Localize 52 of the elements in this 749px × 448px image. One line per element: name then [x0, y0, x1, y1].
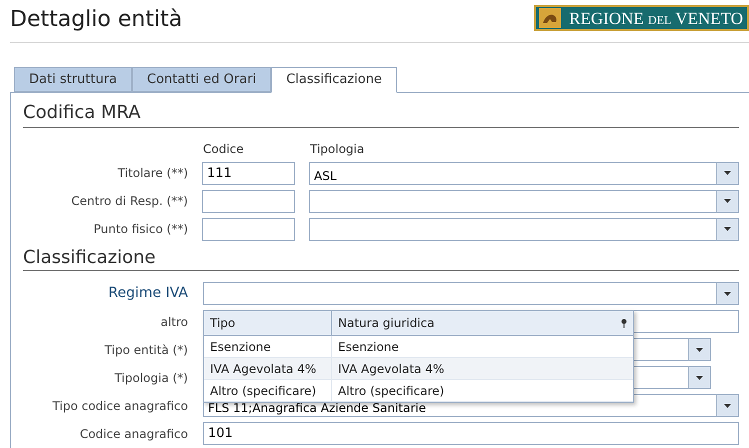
dropdown-cell-text: IVA Agevolata 4% — [210, 360, 316, 378]
input-field[interactable]: 111 — [202, 162, 295, 184]
field-label: Regime IVA — [108, 285, 188, 301]
field-label: Centro di Resp. (**) — [71, 194, 188, 208]
page-title: Dettaglio entità — [10, 9, 182, 31]
input-field[interactable]: 101 — [203, 422, 739, 445]
caret-down-icon — [724, 227, 731, 231]
field-label: Punto fisico (**) — [94, 222, 188, 236]
field-label: Titolare (**) — [118, 166, 188, 180]
tab[interactable]: Classificazione — [271, 67, 397, 93]
dropdown-cell: Esenzione — [338, 340, 399, 354]
dropdown-arrow-button[interactable] — [716, 162, 738, 184]
dropdown-arrow-button[interactable] — [716, 190, 738, 212]
field-value: ASL — [314, 170, 337, 182]
field-label: altro — [160, 314, 188, 328]
input-field[interactable] — [202, 218, 295, 240]
caret-down-icon — [724, 199, 731, 203]
pin-icon[interactable] — [621, 318, 627, 328]
dropdown-arrow-button[interactable] — [688, 367, 710, 388]
caret-down-icon — [724, 292, 731, 296]
caret-down-icon — [724, 171, 731, 175]
select-field[interactable] — [309, 218, 739, 240]
caret-down-icon — [724, 404, 731, 408]
select-field[interactable]: ASL — [309, 162, 739, 184]
dropdown-row[interactable]: Esenzione Esenzione — [204, 336, 633, 358]
input-field[interactable] — [202, 190, 295, 212]
dropdown-row[interactable]: IVA Agevolata 4% IVA Agevolata 4% — [204, 358, 633, 380]
logo-text: REGIONE DEL VENETO — [569, 8, 743, 28]
caret-down-icon — [696, 376, 703, 380]
select-field[interactable] — [203, 282, 739, 305]
section-heading: Codifica MRA — [23, 102, 739, 128]
tab[interactable]: Dati struttura — [14, 67, 132, 92]
field-label: Tipo entità (*) — [104, 342, 188, 356]
tab[interactable]: Contatti ed Orari — [132, 67, 272, 92]
field-label: Tipo codice anagrafico — [52, 398, 188, 412]
column-header[interactable]: Tipo — [204, 311, 332, 335]
caret-down-icon — [696, 348, 703, 352]
select-field[interactable] — [309, 190, 739, 212]
section-heading: Classificazione — [23, 246, 739, 271]
dropdown-row[interactable]: Altro (specificare) Altro (specificare) — [204, 380, 633, 402]
field-label: Codice anagrafico — [80, 426, 188, 440]
dropdown-cell: IVA Agevolata 4% — [338, 362, 444, 376]
dropdown-arrow-button[interactable] — [716, 283, 738, 304]
dropdown-cell-text: Esenzione — [210, 338, 271, 356]
column-header: Codice — [203, 140, 245, 156]
dropdown-arrow-button[interactable] — [688, 339, 710, 360]
dropdown-arrow-button[interactable] — [716, 218, 738, 240]
column-header: Tipologia — [310, 140, 364, 156]
column-header[interactable]: Natura giuridica — [332, 311, 633, 335]
dropdown-arrow-button[interactable] — [716, 395, 738, 416]
field-value: FLS 11;Anagrafica Aziende Sanitarie — [208, 402, 426, 415]
field-label: Tipologia (*) — [114, 370, 188, 384]
